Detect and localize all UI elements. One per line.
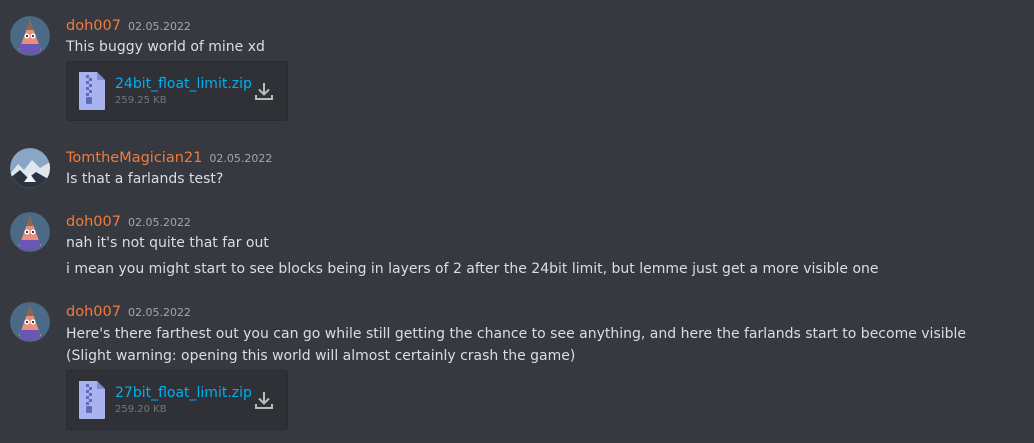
file-attachment: 27bit_float_limit.zip 259.20 KB <box>66 370 288 430</box>
message-text: Here's there farthest out you can go whi… <box>66 326 967 342</box>
message-text: nah it's not quite that far out <box>66 235 269 251</box>
message-text: Is that a farlands test? <box>66 171 224 187</box>
message-text: This buggy world of mine xd <box>66 39 265 55</box>
zip-file-icon <box>79 72 105 110</box>
message-text: i mean you might start to see blocks bei… <box>66 261 879 277</box>
username[interactable]: doh007 <box>66 304 121 320</box>
timestamp: 02.05.2022 <box>127 20 191 33</box>
avatar[interactable] <box>10 302 50 342</box>
username[interactable]: doh007 <box>66 18 121 34</box>
file-size: 259.25 KB <box>115 95 167 106</box>
file-name-link[interactable]: 24bit_float_limit.zip <box>115 76 252 92</box>
timestamp: 02.05.2022 <box>209 152 273 165</box>
avatar[interactable] <box>10 148 50 188</box>
timestamp: 02.05.2022 <box>127 306 191 319</box>
file-name-link[interactable]: 27bit_float_limit.zip <box>115 385 252 401</box>
username[interactable]: doh007 <box>66 214 121 230</box>
download-icon[interactable] <box>253 389 275 411</box>
download-icon[interactable] <box>253 80 275 102</box>
file-attachment: 24bit_float_limit.zip 259.25 KB <box>66 61 288 121</box>
file-size: 259.20 KB <box>115 404 167 415</box>
avatar[interactable] <box>10 212 50 252</box>
message-text: (Slight warning: opening this world will… <box>66 348 576 364</box>
message-header: doh007 02.05.2022 <box>66 301 191 321</box>
message-header: doh007 02.05.2022 <box>66 211 191 231</box>
avatar[interactable] <box>10 16 50 56</box>
message-header: doh007 02.05.2022 <box>66 15 191 35</box>
timestamp: 02.05.2022 <box>127 216 191 229</box>
message-header: TomtheMagician21 02.05.2022 <box>66 147 272 167</box>
username[interactable]: TomtheMagician21 <box>66 150 202 166</box>
zip-file-icon <box>79 381 105 419</box>
